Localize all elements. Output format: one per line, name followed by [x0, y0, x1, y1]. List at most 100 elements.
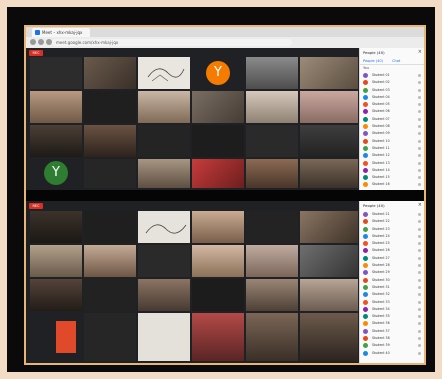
- video-tile[interactable]: [84, 57, 136, 89]
- participant-row[interactable]: Student 29: [360, 269, 424, 276]
- video-tile[interactable]: [30, 245, 82, 277]
- video-tile[interactable]: [246, 211, 298, 243]
- participant-row[interactable]: Student 13: [360, 160, 424, 167]
- mic-icon[interactable]: [418, 256, 421, 260]
- tab-people[interactable]: People (40): [363, 59, 383, 63]
- participant-row[interactable]: Student 21: [360, 211, 424, 218]
- video-tile[interactable]: [300, 125, 358, 157]
- mic-icon[interactable]: [418, 183, 421, 187]
- participant-row[interactable]: Student 04: [360, 94, 424, 101]
- video-tile[interactable]: [138, 91, 190, 123]
- participant-row[interactable]: Student 05: [360, 101, 424, 108]
- participant-row[interactable]: Student 31: [360, 284, 424, 291]
- mic-icon[interactable]: [418, 329, 421, 333]
- video-tile[interactable]: Y: [30, 159, 82, 188]
- mic-icon[interactable]: [418, 81, 421, 85]
- video-tile[interactable]: [246, 313, 298, 361]
- participant-row[interactable]: Student 24: [360, 233, 424, 240]
- video-tile[interactable]: [30, 125, 82, 157]
- video-tile[interactable]: [192, 279, 244, 311]
- participant-row[interactable]: Student 25: [360, 240, 424, 247]
- video-tile[interactable]: [192, 159, 244, 188]
- video-tile[interactable]: [300, 279, 358, 311]
- participant-row[interactable]: Student 12: [360, 152, 424, 159]
- participant-row[interactable]: Student 30: [360, 277, 424, 284]
- mic-icon[interactable]: [418, 264, 421, 268]
- video-tile[interactable]: [192, 211, 244, 243]
- video-tile-drawing[interactable]: [138, 211, 190, 243]
- video-tile[interactable]: [30, 313, 82, 361]
- video-tile[interactable]: [84, 245, 136, 277]
- mic-icon[interactable]: [418, 88, 421, 92]
- mic-icon[interactable]: [418, 300, 421, 304]
- tab-chat[interactable]: Chat: [392, 59, 400, 63]
- mic-icon[interactable]: [418, 117, 421, 121]
- participant-row[interactable]: Student 14: [360, 167, 424, 174]
- participant-row[interactable]: Student 22: [360, 218, 424, 225]
- video-tile[interactable]: [30, 279, 82, 311]
- participant-row[interactable]: Student 28: [360, 262, 424, 269]
- video-tile[interactable]: [246, 125, 298, 157]
- mic-icon[interactable]: [418, 103, 421, 107]
- video-tile[interactable]: [300, 57, 358, 89]
- participant-row[interactable]: Student 07: [360, 116, 424, 123]
- mic-icon[interactable]: [418, 344, 421, 348]
- participant-row[interactable]: Student 33: [360, 299, 424, 306]
- video-tile[interactable]: [138, 245, 190, 277]
- participant-row[interactable]: Student 08: [360, 123, 424, 130]
- video-tile[interactable]: [300, 159, 358, 188]
- mic-icon[interactable]: [418, 168, 421, 172]
- video-tile[interactable]: [138, 125, 190, 157]
- mic-icon[interactable]: [418, 242, 421, 246]
- video-tile[interactable]: [192, 245, 244, 277]
- mic-icon[interactable]: [418, 161, 421, 165]
- mic-icon[interactable]: [418, 293, 421, 297]
- participant-row[interactable]: Student 16: [360, 181, 424, 188]
- video-tile[interactable]: [192, 91, 244, 123]
- mic-icon[interactable]: [418, 351, 421, 355]
- video-tile[interactable]: [30, 91, 82, 123]
- mic-icon[interactable]: [418, 285, 421, 289]
- video-tile[interactable]: [138, 279, 190, 311]
- video-tile[interactable]: Y: [192, 57, 244, 89]
- mic-icon[interactable]: [418, 322, 421, 326]
- back-icon[interactable]: [30, 39, 36, 45]
- video-tile[interactable]: [84, 91, 136, 123]
- participant-row[interactable]: Student 27: [360, 255, 424, 262]
- participant-row[interactable]: Student 02: [360, 79, 424, 86]
- video-tile[interactable]: [138, 159, 190, 188]
- participant-row[interactable]: Student 06: [360, 108, 424, 115]
- participant-row[interactable]: Student 39: [360, 342, 424, 349]
- participant-row[interactable]: Student 40: [360, 350, 424, 357]
- video-tile[interactable]: [84, 125, 136, 157]
- mic-icon[interactable]: [418, 213, 421, 216]
- video-tile[interactable]: [300, 211, 358, 243]
- mic-icon[interactable]: [418, 220, 421, 224]
- video-tile[interactable]: [84, 159, 136, 188]
- close-icon[interactable]: ×: [418, 49, 422, 55]
- mic-icon[interactable]: [418, 95, 421, 99]
- mic-icon[interactable]: [418, 278, 421, 282]
- participant-row[interactable]: Student 01: [360, 72, 424, 79]
- mic-icon[interactable]: [418, 132, 421, 136]
- mic-icon[interactable]: [418, 307, 421, 311]
- mic-icon[interactable]: [418, 139, 421, 143]
- participant-row[interactable]: Student 34: [360, 306, 424, 313]
- mic-icon[interactable]: [418, 110, 421, 114]
- address-bar[interactable]: meet.google.com/xhx-mkaj-jqx: [52, 39, 292, 46]
- participant-row[interactable]: Student 11: [360, 145, 424, 152]
- mic-icon[interactable]: [418, 337, 421, 341]
- participant-row[interactable]: Student 23: [360, 226, 424, 233]
- video-tile[interactable]: [246, 245, 298, 277]
- participant-row[interactable]: Student 17: [360, 189, 424, 190]
- video-tile-drawing[interactable]: [138, 313, 190, 361]
- video-tile[interactable]: [300, 313, 358, 361]
- mic-icon[interactable]: [418, 74, 421, 77]
- video-tile[interactable]: [30, 57, 82, 89]
- video-tile[interactable]: [30, 211, 82, 243]
- video-tile-drawing[interactable]: [138, 57, 190, 89]
- browser-tab[interactable]: Meet – xhx-mkaj-jqx: [32, 28, 90, 37]
- video-tile[interactable]: [192, 313, 244, 361]
- video-tile[interactable]: [246, 91, 298, 123]
- mic-icon[interactable]: [418, 176, 421, 180]
